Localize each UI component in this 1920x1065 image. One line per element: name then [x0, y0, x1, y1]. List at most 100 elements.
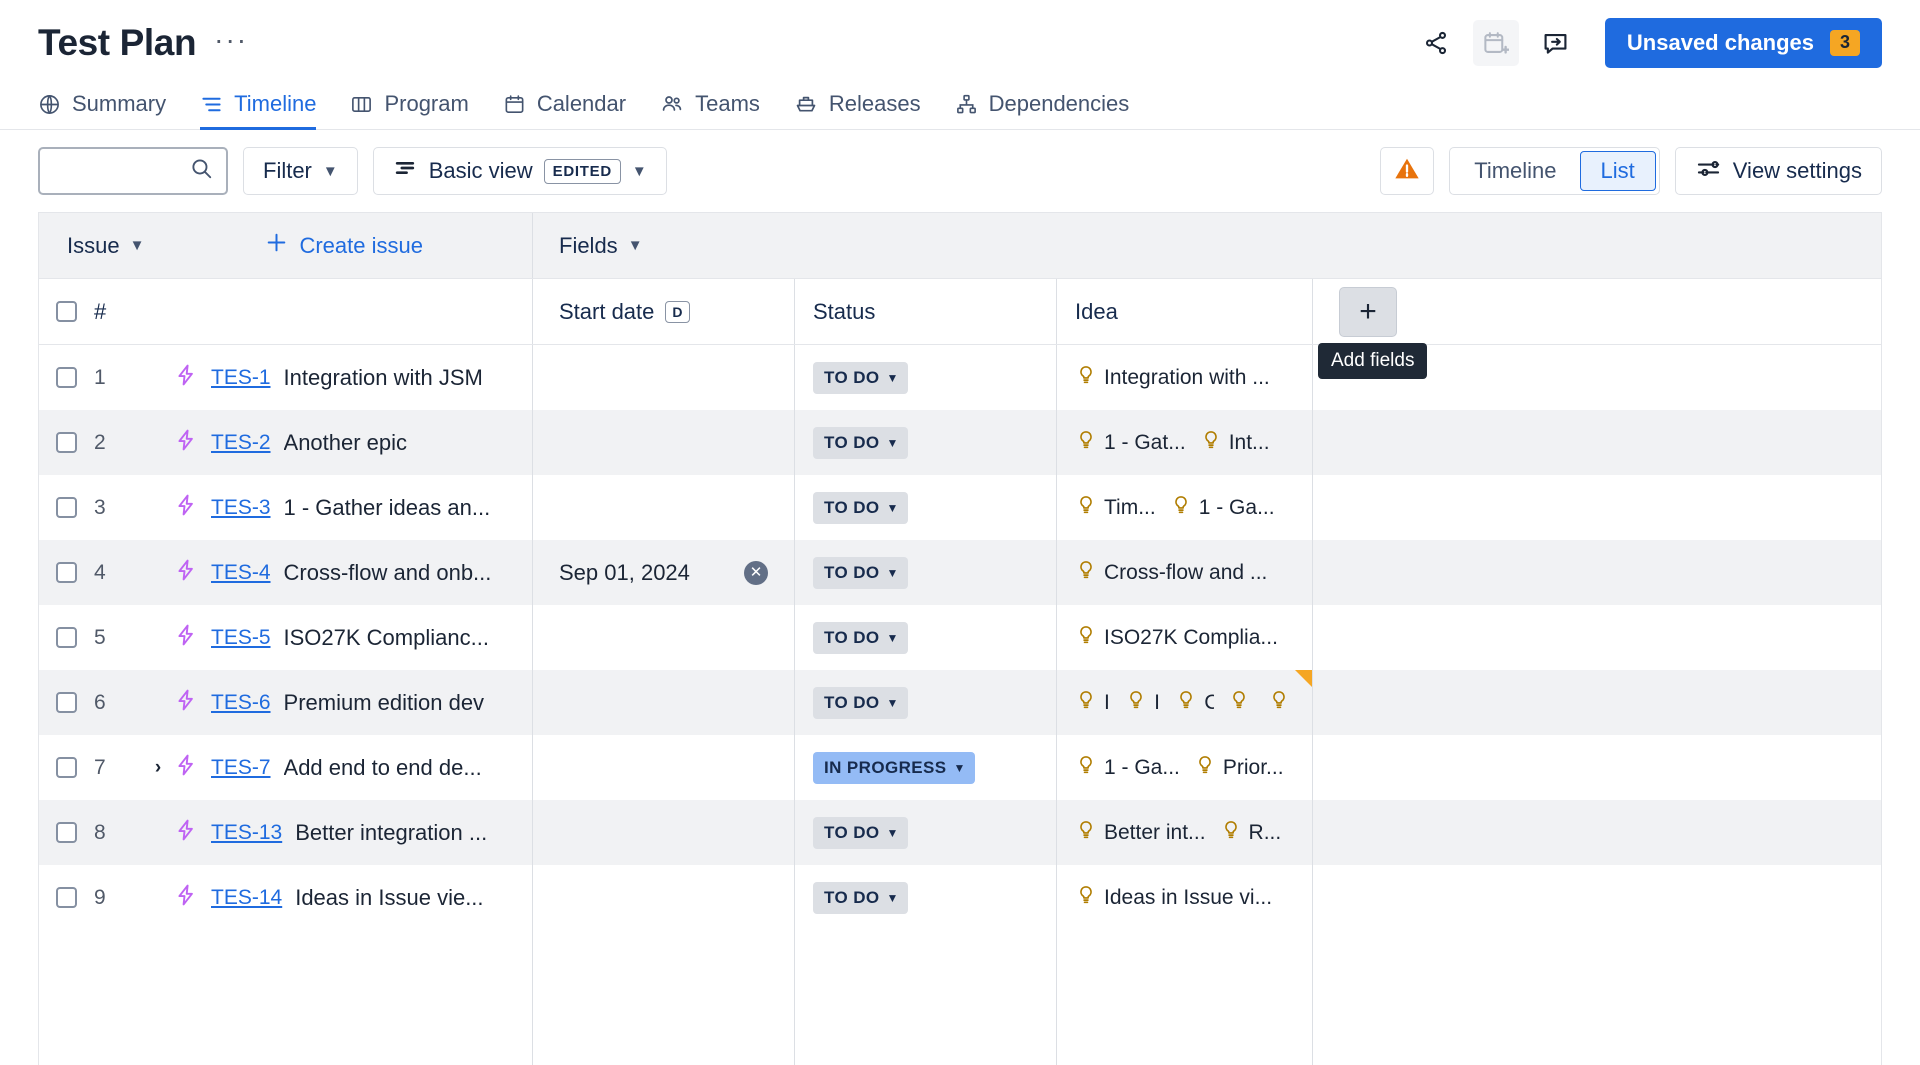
row-cell-status[interactable]: TO DO▼ [795, 670, 1057, 735]
tab-calendar[interactable]: Calendar [503, 91, 626, 130]
idea-chip[interactable]: Better int... [1075, 819, 1206, 847]
table-row[interactable]: 5TES-5ISO27K Complianc...TO DO▼ISO27K Co… [39, 605, 1881, 670]
row-cell-status[interactable]: TO DO▼ [795, 605, 1057, 670]
idea-chip[interactable]: ISO27K Complia... [1075, 624, 1278, 652]
table-row[interactable]: 9TES-14Ideas in Issue vie...TO DO▼Ideas … [39, 865, 1881, 930]
table-row[interactable]: 6TES-6Premium edition devTO DO▼I.I.C [39, 670, 1881, 735]
status-badge[interactable]: TO DO▼ [813, 687, 908, 719]
row-checkbox[interactable] [56, 757, 77, 778]
idea-chip[interactable]: 1 - Gat... [1075, 429, 1186, 457]
row-checkbox[interactable] [56, 562, 77, 583]
fields-menu-button[interactable]: Fields ▼ [559, 233, 643, 259]
add-fields-button[interactable]: + [1339, 287, 1397, 337]
row-checkbox[interactable] [56, 497, 77, 518]
idea-chip[interactable]: Int... [1200, 429, 1270, 457]
idea-chip[interactable]: Prior... [1194, 754, 1284, 782]
row-cell-start-date[interactable] [533, 735, 795, 800]
issue-key-link[interactable]: TES-2 [211, 431, 271, 455]
clear-date-icon[interactable]: ✕ [744, 561, 768, 585]
status-badge[interactable]: TO DO▼ [813, 882, 908, 914]
tab-timeline[interactable]: Timeline [200, 91, 316, 130]
table-row[interactable]: 7›TES-7Add end to end de...IN PROGRESS▼1… [39, 735, 1881, 800]
idea-chip[interactable]: R... [1220, 819, 1282, 847]
status-badge[interactable]: IN PROGRESS▼ [813, 752, 975, 784]
issue-key-link[interactable]: TES-3 [211, 496, 271, 520]
search-box[interactable] [38, 147, 228, 195]
view-selector-button[interactable]: Basic view EDITED ▼ [373, 147, 667, 195]
table-row[interactable]: 3TES-31 - Gather ideas an...TO DO▼Tim...… [39, 475, 1881, 540]
header-cell-status[interactable]: Status [795, 279, 1057, 344]
row-cell-status[interactable]: TO DO▼ [795, 345, 1057, 410]
issue-key-link[interactable]: TES-13 [211, 821, 282, 845]
row-cell-start-date[interactable] [533, 800, 795, 865]
idea-chip[interactable]: Tim... [1075, 494, 1156, 522]
row-checkbox[interactable] [56, 887, 77, 908]
idea-chip[interactable]: 1 - Ga... [1170, 494, 1275, 522]
row-cell-idea[interactable]: ISO27K Complia... [1057, 605, 1313, 670]
status-badge[interactable]: TO DO▼ [813, 362, 908, 394]
idea-chip[interactable]: Ideas in Issue vi... [1075, 884, 1272, 912]
idea-chip[interactable]: I. [1075, 689, 1111, 717]
add-calendar-icon[interactable] [1473, 20, 1519, 66]
create-issue-button[interactable]: Create issue [264, 230, 423, 261]
view-mode-timeline[interactable]: Timeline [1453, 151, 1577, 191]
idea-chip[interactable]: C [1175, 689, 1214, 717]
header-cell-start-date[interactable]: Start date D [533, 279, 795, 344]
filter-button[interactable]: Filter ▼ [243, 147, 358, 195]
row-cell-start-date[interactable] [533, 475, 795, 540]
row-cell-idea[interactable]: Ideas in Issue vi... [1057, 865, 1313, 930]
tab-teams[interactable]: Teams [660, 91, 760, 130]
status-badge[interactable]: TO DO▼ [813, 557, 908, 589]
row-checkbox[interactable] [56, 432, 77, 453]
feedback-icon[interactable] [1533, 20, 1579, 66]
tab-program[interactable]: Program [350, 91, 468, 130]
view-settings-button[interactable]: View settings [1675, 147, 1882, 195]
select-all-checkbox[interactable] [56, 301, 77, 322]
row-checkbox[interactable] [56, 692, 77, 713]
row-cell-idea[interactable]: 1 - Gat... Int... [1057, 410, 1313, 475]
row-cell-idea[interactable]: Integration with ... [1057, 345, 1313, 410]
row-cell-status[interactable]: TO DO▼ [795, 410, 1057, 475]
idea-chip[interactable]: Cross-flow and ... [1075, 559, 1267, 587]
row-cell-start-date[interactable]: Sep 01, 2024✕ [533, 540, 795, 605]
issue-key-link[interactable]: TES-6 [211, 691, 271, 715]
idea-chip[interactable]: 1 - Ga... [1075, 754, 1180, 782]
tab-summary[interactable]: Summary [38, 91, 166, 130]
row-cell-start-date[interactable] [533, 605, 795, 670]
row-cell-status[interactable]: TO DO▼ [795, 475, 1057, 540]
idea-chip[interactable] [1268, 689, 1294, 717]
tab-dependencies[interactable]: Dependencies [955, 91, 1130, 130]
row-cell-start-date[interactable] [533, 670, 795, 735]
row-cell-idea[interactable]: 1 - Ga... Prior... [1057, 735, 1313, 800]
row-cell-status[interactable]: TO DO▼ [795, 540, 1057, 605]
table-row[interactable]: 4TES-4Cross-flow and onb...Sep 01, 2024✕… [39, 540, 1881, 605]
row-checkbox[interactable] [56, 367, 77, 388]
idea-chip[interactable] [1228, 689, 1254, 717]
issue-key-link[interactable]: TES-5 [211, 626, 271, 650]
row-cell-status[interactable]: TO DO▼ [795, 800, 1057, 865]
row-checkbox[interactable] [56, 627, 77, 648]
row-checkbox[interactable] [56, 822, 77, 843]
row-cell-status[interactable]: IN PROGRESS▼ [795, 735, 1057, 800]
row-cell-start-date[interactable] [533, 865, 795, 930]
header-cell-idea[interactable]: Idea [1057, 279, 1313, 344]
table-row[interactable]: 1TES-1Integration with JSMTO DO▼Integrat… [39, 345, 1881, 410]
row-cell-start-date[interactable] [533, 345, 795, 410]
status-badge[interactable]: TO DO▼ [813, 622, 908, 654]
issue-key-link[interactable]: TES-1 [211, 366, 271, 390]
row-cell-start-date[interactable] [533, 410, 795, 475]
issue-key-link[interactable]: TES-4 [211, 561, 271, 585]
status-badge[interactable]: TO DO▼ [813, 817, 908, 849]
row-cell-idea[interactable]: Tim... 1 - Ga... [1057, 475, 1313, 540]
warning-button[interactable] [1380, 147, 1434, 195]
row-cell-idea[interactable]: I.I.C [1057, 670, 1313, 735]
status-badge[interactable]: TO DO▼ [813, 492, 908, 524]
row-cell-idea[interactable]: Cross-flow and ... [1057, 540, 1313, 605]
view-mode-list[interactable]: List [1580, 151, 1656, 191]
row-cell-idea[interactable]: Better int... R... [1057, 800, 1313, 865]
row-cell-status[interactable]: TO DO▼ [795, 865, 1057, 930]
share-icon[interactable] [1413, 20, 1459, 66]
chevron-right-icon[interactable]: › [155, 757, 161, 779]
search-input[interactable] [52, 160, 189, 183]
issue-menu-button[interactable]: Issue ▼ [67, 233, 144, 259]
